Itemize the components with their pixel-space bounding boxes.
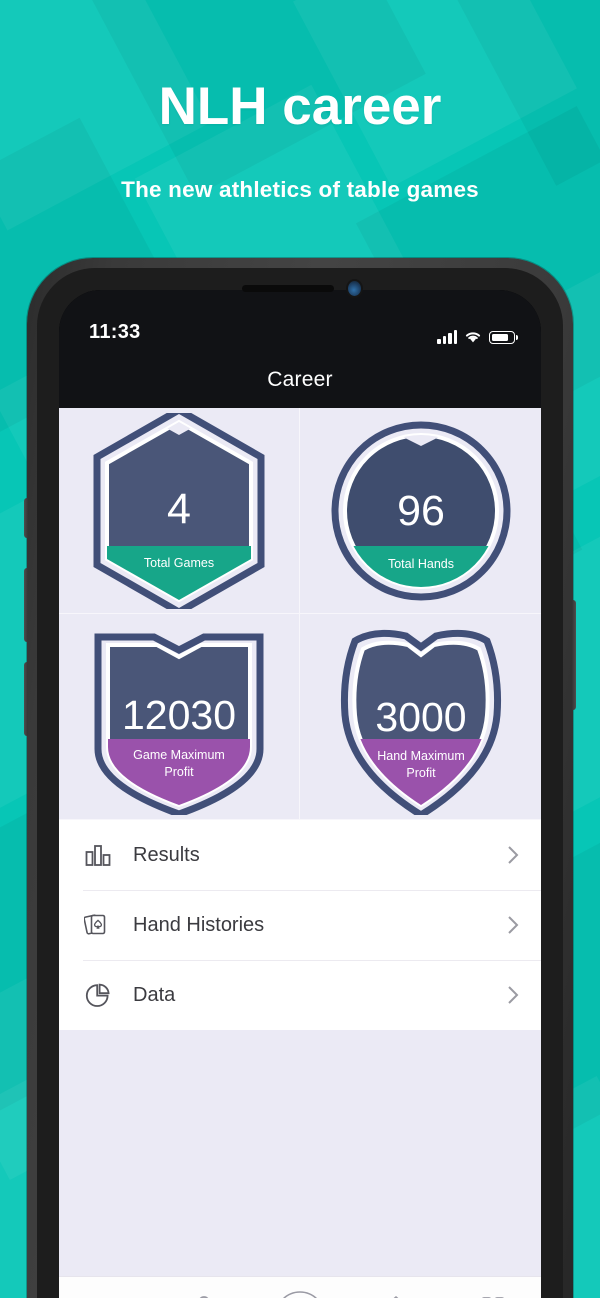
earpiece-speaker-icon	[242, 285, 334, 292]
tab-message[interactable]: Message	[348, 1293, 444, 1298]
wifi-icon	[465, 332, 481, 343]
chevron-right-icon	[507, 985, 519, 1005]
status-bar-time: 11:33	[89, 321, 141, 343]
menu-row-hand-histories[interactable]: Hand Histories	[59, 890, 541, 960]
menu-row-results[interactable]: Results	[59, 820, 541, 890]
nav-bar: Career	[59, 352, 541, 408]
stat-value: 96	[397, 487, 445, 535]
status-bar-icons	[437, 330, 519, 344]
menu-row-data[interactable]: Data	[59, 960, 541, 1030]
tab-add[interactable]	[252, 1290, 348, 1298]
nav-bar-title: Career	[267, 368, 333, 391]
stat-badge-total-hands[interactable]: 96 Total Hands	[300, 408, 541, 614]
stat-value: 4	[167, 485, 191, 533]
stat-label-line2: Profit	[164, 765, 194, 779]
plus-circle-icon	[274, 1290, 326, 1298]
battery-icon	[489, 331, 519, 344]
menu-row-label: Results	[133, 843, 200, 866]
phone-power-button	[572, 600, 576, 710]
stat-label-line2: Profit	[406, 766, 436, 780]
stat-badge-hand-maximum-profit[interactable]: 3000 Hand Maximum Profit	[300, 614, 541, 820]
shield-badge-icon: 12030 Game Maximum Profit	[94, 633, 264, 815]
people-circles-icon	[190, 1293, 218, 1298]
circle-badge-icon: 96 Total Hands	[331, 421, 510, 600]
stat-value: 3000	[375, 694, 466, 740]
phone-mute-switch	[24, 498, 28, 538]
phone-volume-down-button	[24, 662, 28, 736]
stat-badge-game-maximum-profit[interactable]: 12030 Game Maximum Profit	[59, 614, 300, 820]
page-subtitle: The new athletics of table games	[121, 177, 479, 202]
menu-list: Results Hand Histories Data	[59, 820, 541, 1030]
stat-label-line1: Hand Maximum	[377, 749, 465, 763]
tab-bar: Career Club	[59, 1276, 541, 1298]
stat-badge-total-games[interactable]: 4 Total Games	[59, 408, 300, 614]
phone-hardware	[37, 280, 563, 300]
stat-label: Total Games	[144, 556, 214, 570]
bar-chart-icon	[94, 1293, 120, 1298]
menu-row-label: Hand Histories	[133, 913, 265, 936]
pie-chart-icon	[83, 980, 113, 1010]
phone-mockup: 11:33 Career 4 Total Games 96 Total Hand…	[24, 258, 576, 1298]
stat-value: 12030	[122, 692, 236, 738]
page-title: NLH career	[158, 77, 442, 136]
playing-cards-icon	[83, 910, 113, 940]
stats-badge-grid: 4 Total Games 96 Total Hands 12030 Game …	[59, 408, 541, 820]
tab-club[interactable]: Club	[155, 1293, 251, 1298]
screen-content: 4 Total Games 96 Total Hands 12030 Game …	[59, 408, 541, 1298]
phone-volume-up-button	[24, 568, 28, 642]
bar-chart-icon	[83, 840, 113, 870]
phone-screen: 11:33 Career 4 Total Games 96 Total Hand…	[59, 290, 541, 1298]
grid-squares-icon	[480, 1293, 506, 1298]
curved-shield-badge-icon: 3000 Hand Maximum Profit	[340, 629, 501, 815]
tab-career[interactable]: Career	[59, 1293, 155, 1298]
spade-icon	[382, 1293, 410, 1298]
hero-section: NLH career The new athletics of table ga…	[0, 0, 600, 203]
phone-inner-frame: 11:33 Career 4 Total Games 96 Total Hand…	[37, 268, 563, 1298]
menu-row-label: Data	[133, 983, 176, 1006]
chevron-right-icon	[507, 845, 519, 865]
stat-label: Total Hands	[387, 557, 453, 571]
stat-label-line1: Game Maximum	[133, 748, 225, 762]
phone-bezel: 11:33 Career 4 Total Games 96 Total Hand…	[59, 290, 541, 1298]
chevron-right-icon	[507, 915, 519, 935]
hexagon-badge-icon: 4 Total Games	[93, 412, 265, 609]
content-filler	[59, 1030, 541, 1276]
signal-bars-icon	[437, 330, 457, 344]
tab-more[interactable]: More	[445, 1293, 541, 1298]
front-camera-icon	[348, 281, 361, 296]
